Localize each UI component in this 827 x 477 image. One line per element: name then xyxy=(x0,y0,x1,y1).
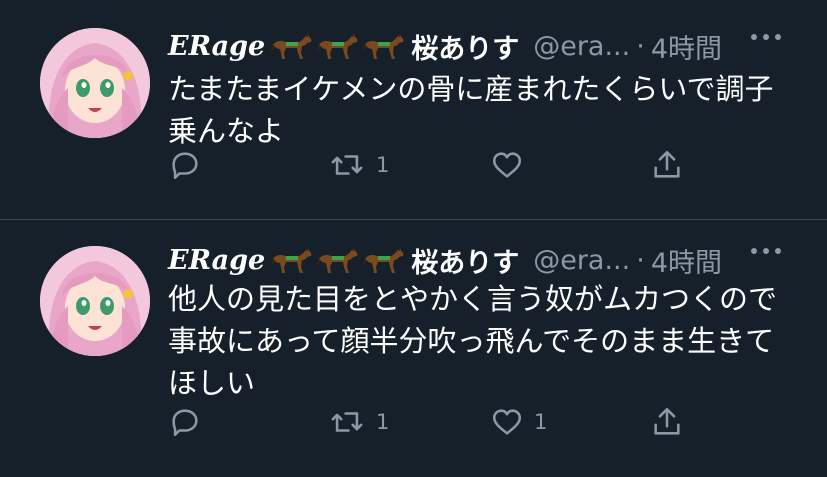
user-handle[interactable]: @era... xyxy=(533,31,630,62)
horse-emoji-icon xyxy=(269,245,313,275)
display-name-suffix[interactable]: 桜ありす xyxy=(411,241,519,280)
share-icon xyxy=(654,407,680,435)
like-button[interactable] xyxy=(490,148,534,182)
share-button[interactable] xyxy=(650,405,684,439)
horse-emoji-icon xyxy=(361,31,405,61)
tweet-header: ERage 桜ありす @era... · 4時間 xyxy=(168,26,722,66)
retweet-count: 1 xyxy=(376,410,390,434)
tweet-text: たまたまイケメンの骨に産まれたくらいで調子乗んなよ xyxy=(168,72,774,148)
tweet-header: ERage 桜ありす @era... · 4時間 xyxy=(168,240,722,280)
like-icon xyxy=(492,409,522,435)
reply-icon xyxy=(172,152,198,180)
avatar[interactable] xyxy=(40,28,150,138)
horse-emoji-icon xyxy=(315,245,359,275)
retweet-button[interactable]: 1 xyxy=(328,148,389,182)
tweet[interactable]: ERage 桜ありす @era... · 4時間 他人の見た目をとやかく言う奴が… xyxy=(0,220,827,477)
separator: · xyxy=(636,244,645,276)
horse-emoji-icon xyxy=(361,245,405,275)
tweet[interactable]: ERage 桜ありす @era... · 4時間 たまたまイケメンの骨に産まれた… xyxy=(0,0,827,220)
share-icon xyxy=(654,150,680,178)
reply-icon xyxy=(172,409,198,437)
more-icon[interactable] xyxy=(751,34,781,40)
retweet-icon xyxy=(331,155,363,175)
display-name-suffix[interactable]: 桜ありす xyxy=(411,27,519,66)
user-handle[interactable]: @era... xyxy=(533,245,630,276)
share-button[interactable] xyxy=(650,148,684,182)
like-count: 1 xyxy=(534,410,548,434)
retweet-count: 1 xyxy=(376,153,390,177)
reply-button[interactable] xyxy=(168,405,202,439)
display-name[interactable]: ERage xyxy=(168,245,265,276)
more-icon[interactable] xyxy=(751,248,781,254)
horse-emoji-icon xyxy=(315,31,359,61)
display-name[interactable]: ERage xyxy=(168,31,265,62)
horse-emoji-group xyxy=(269,245,407,275)
horse-emoji-icon xyxy=(269,31,313,61)
timestamp[interactable]: 4時間 xyxy=(651,27,722,66)
tweet-text: 他人の見た目をとやかく言う奴がムカつくので事故にあって顔半分吹っ飛んでそのまま生… xyxy=(168,282,778,400)
retweet-icon xyxy=(331,412,363,432)
reply-button[interactable] xyxy=(168,148,202,182)
avatar[interactable] xyxy=(40,246,150,356)
horse-emoji-group xyxy=(269,31,407,61)
separator: · xyxy=(636,30,645,62)
like-icon xyxy=(492,152,522,178)
like-button[interactable]: 1 xyxy=(490,405,547,439)
retweet-button[interactable]: 1 xyxy=(328,405,389,439)
timestamp[interactable]: 4時間 xyxy=(651,241,722,280)
